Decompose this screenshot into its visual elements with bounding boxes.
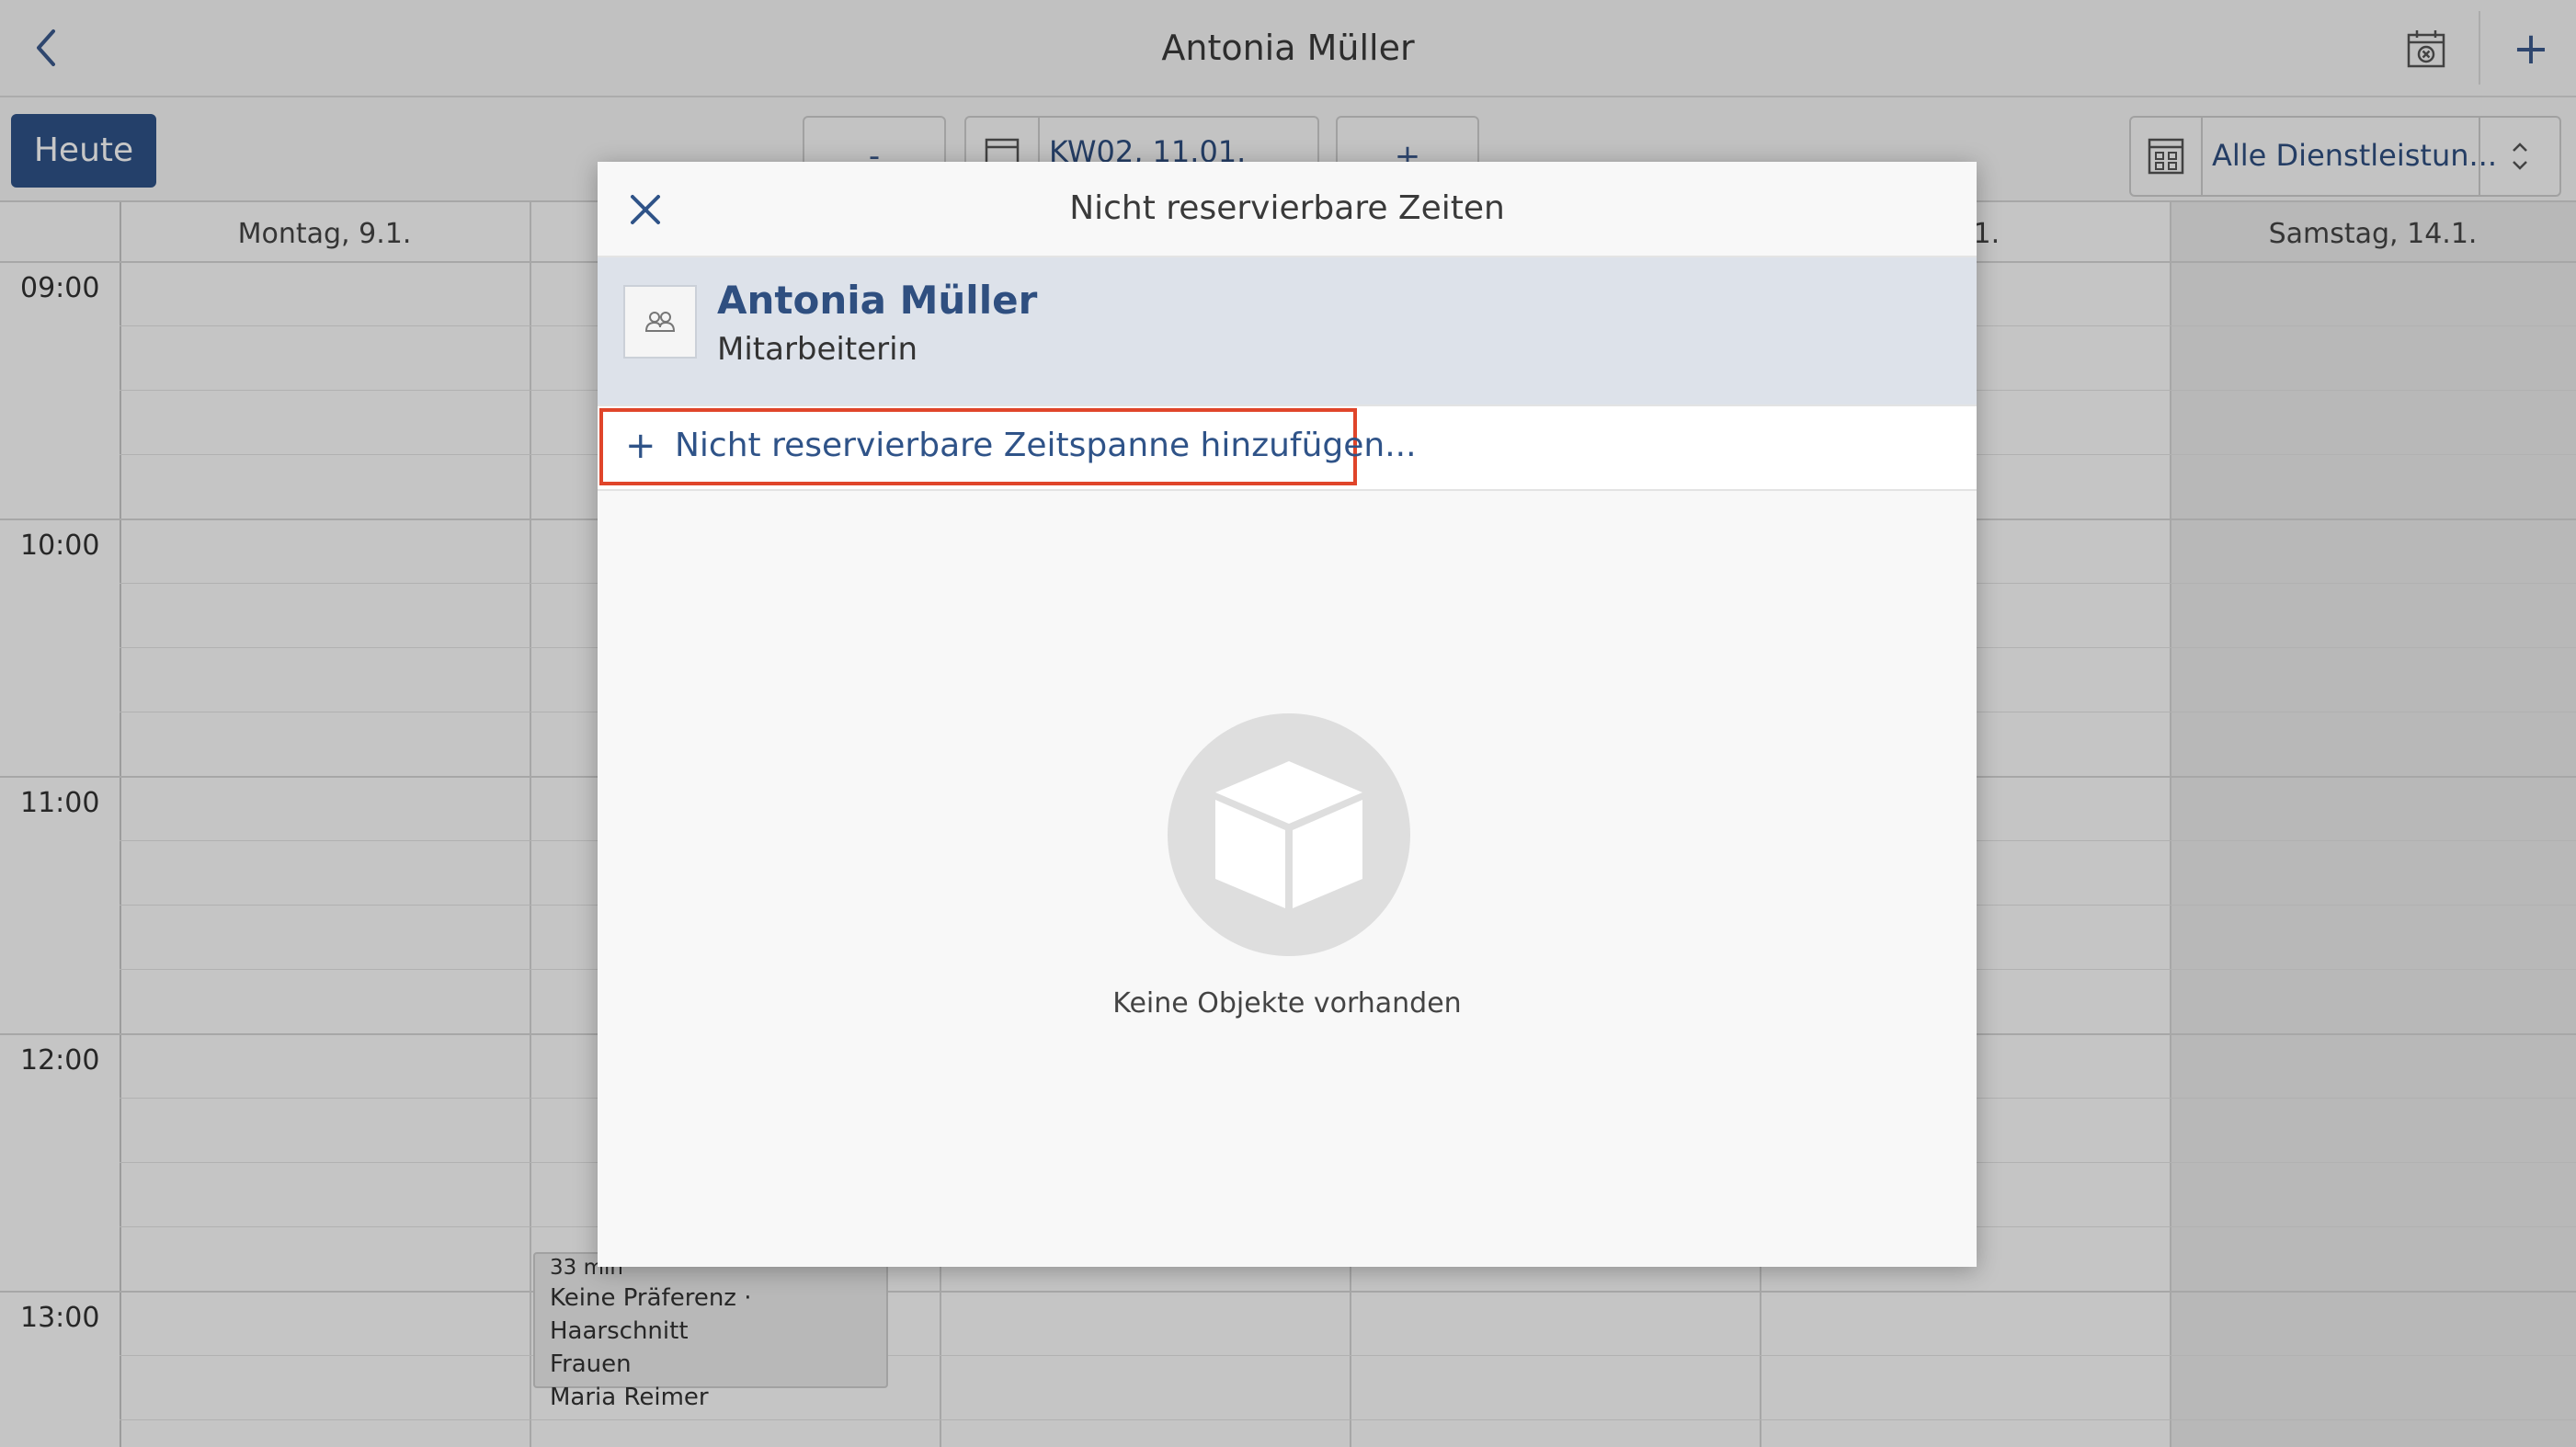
empty-box-icon bbox=[1168, 713, 1410, 956]
employee-header: Antonia Müller Mitarbeiterin bbox=[598, 257, 1977, 404]
unavailable-times-dialog: Nicht reservierbare Zeiten Antonia Mülle… bbox=[598, 162, 1977, 1267]
employee-role: Mitarbeiterin bbox=[717, 331, 918, 368]
dialog-title: Nicht reservierbare Zeiten bbox=[1069, 189, 1505, 227]
employee-name: Antonia Müller bbox=[717, 278, 1038, 323]
plus-icon: + bbox=[625, 425, 656, 467]
avatar bbox=[623, 285, 697, 359]
add-time-span-label[interactable]: Nicht reservierbare Zeitspanne hinzufüge… bbox=[675, 427, 1417, 464]
dialog-header: Nicht reservierbare Zeiten bbox=[598, 162, 1977, 257]
add-time-span-row[interactable]: + Nicht reservierbare Zeitspanne hinzufü… bbox=[598, 404, 1977, 491]
people-icon bbox=[644, 312, 676, 332]
empty-state-text: Keine Objekte vorhanden bbox=[1112, 987, 1462, 1020]
app-screen: Antonia Müller + Heute - KW02, 11.01. + … bbox=[0, 0, 2576, 1447]
